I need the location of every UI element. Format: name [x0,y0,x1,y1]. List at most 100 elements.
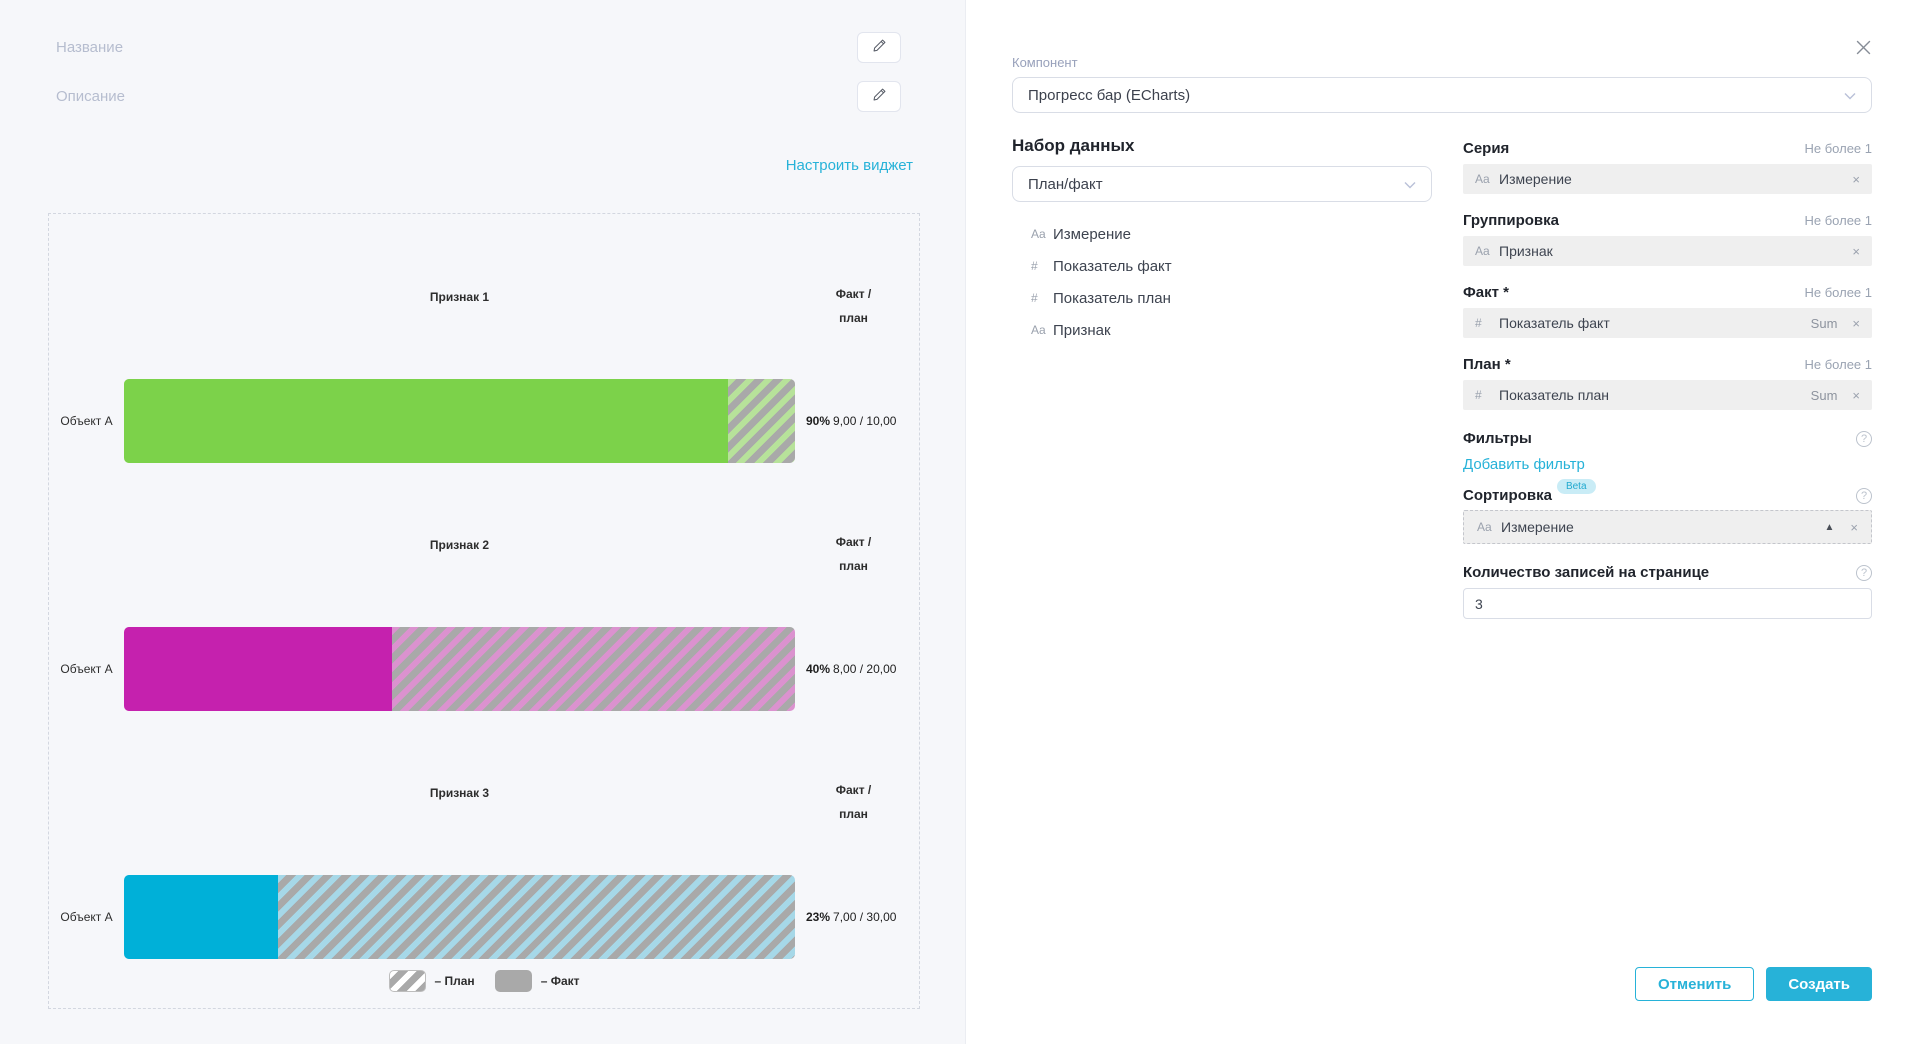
chart-preview-box: Признак 1 Факт / план Объект А 90%9,00 /… [48,213,920,1009]
string-type-icon: Aa [1475,172,1499,186]
remove-chip-icon[interactable]: × [1852,245,1860,258]
fact-plan-column-header: Факт / план [796,282,911,330]
bar-category-label: Объект А [49,662,124,676]
widget-description-field[interactable]: Описание [56,88,125,105]
bar-fact-segment [124,379,728,463]
config-content: Компонент Прогресс бар (ECharts) Набор д… [1012,55,1872,619]
fact-plan-column-header: Факт / план [796,778,911,826]
chevron-down-icon [1404,176,1416,193]
aggregation-selector[interactable]: Sum [1811,388,1838,403]
slot-limit: Не более 1 [1804,213,1872,228]
slot-label: Факт * [1463,284,1509,301]
bar-plan-segment [728,379,795,463]
slot-label: Серия [1463,140,1509,157]
progress-bar [124,379,795,463]
sorting-label: Сортировка [1463,487,1552,504]
legend-fact-label: – Факт [541,974,580,988]
remove-chip-icon[interactable]: × [1850,521,1858,534]
chart-legend: – План – Факт [49,958,919,1004]
chart-section-2: Признак 2 Факт / план Объект А 40%8,00 /… [49,462,919,710]
number-type-icon: # [1031,291,1053,305]
component-select[interactable]: Прогресс бар (ECharts) [1012,77,1872,113]
string-type-icon: Aa [1475,244,1499,258]
pencil-icon [872,38,887,56]
cancel-button[interactable]: Отменить [1635,967,1754,1001]
add-filter-link[interactable]: Добавить фильтр [1463,456,1585,473]
page-size-label: Количество записей на странице [1463,564,1709,581]
progress-bar-chart: Признак 1 Факт / план Объект А 90%9,00 /… [49,214,919,1008]
dataset-select[interactable]: План/факт [1012,166,1432,202]
series-chip[interactable]: Aa Измерение × [1463,164,1872,194]
remove-chip-icon[interactable]: × [1852,317,1860,330]
pencil-icon [872,87,887,105]
bar-value-label: 90%9,00 / 10,00 [806,414,896,428]
configure-widget-link[interactable]: Настроить виджет [786,157,913,174]
chart-group-title: Признак 1 [124,290,795,304]
page-size-input[interactable] [1463,588,1872,619]
string-type-icon: Aa [1031,323,1053,337]
widget-description-row: Описание [0,80,965,112]
slot-label: Группировка [1463,212,1559,229]
bar-plan-segment [392,627,795,711]
component-label: Компонент [1012,55,1872,70]
dataset-field-list: Aa Измерение # Показатель факт # Показат… [1012,218,1432,346]
dataset-field-pokazatel-fakt[interactable]: # Показатель факт [1012,250,1432,282]
chevron-down-icon [1844,87,1856,104]
dataset-field-priznak[interactable]: Aa Признак [1012,314,1432,346]
fact-gray-swatch [495,970,532,992]
mapping-column: Серия Не более 1 Aa Измерение × Группиро… [1463,136,1872,619]
widget-config-panel: Компонент Прогресс бар (ECharts) Набор д… [966,0,1912,1044]
legend-plan-label: – План [435,974,475,988]
edit-description-button[interactable] [857,81,901,112]
chart-section-1: Признак 1 Факт / план Объект А 90%9,00 /… [49,214,919,462]
dataset-heading: Набор данных [1012,136,1432,156]
dataset-column: Набор данных План/факт Aa Измерение [1012,136,1432,619]
slot-series: Серия Не более 1 Aa Измерение × [1463,140,1872,194]
help-icon[interactable]: ? [1856,488,1872,504]
aggregation-selector[interactable]: Sum [1811,316,1838,331]
chart-bar-row: Объект А 90%9,00 / 10,00 [49,379,919,463]
slot-grouping: Группировка Не более 1 Aa Признак × [1463,212,1872,266]
progress-bar [124,875,795,959]
string-type-icon: Aa [1031,227,1053,241]
close-icon[interactable] [1855,39,1872,56]
remove-chip-icon[interactable]: × [1852,173,1860,186]
edit-name-button[interactable] [857,32,901,63]
slot-limit: Не более 1 [1804,285,1872,300]
widget-name-field[interactable]: Название [56,39,123,56]
sorting-chip[interactable]: Aa Измерение ▲ × [1463,510,1872,544]
widget-name-row: Название [0,31,965,63]
configure-widget-row: Настроить виджет [0,157,965,175]
bar-fact-segment [124,875,278,959]
help-icon[interactable]: ? [1856,565,1872,581]
plan-chip[interactable]: # Показатель план Sum × [1463,380,1872,410]
help-icon[interactable]: ? [1856,431,1872,447]
sorting-block: Сортировка Beta ? Aa Измерение ▲ × [1463,487,1872,544]
fact-chip[interactable]: # Показатель факт Sum × [1463,308,1872,338]
chart-section-3: Признак 3 Факт / план Объект А 23%7,00 /… [49,710,919,958]
plan-hatch-swatch [389,970,426,992]
remove-chip-icon[interactable]: × [1852,389,1860,402]
number-type-icon: # [1031,259,1053,273]
bar-category-label: Объект А [49,414,124,428]
progress-bar [124,627,795,711]
beta-badge: Beta [1557,479,1596,494]
bar-fact-segment [124,627,392,711]
number-type-icon: # [1475,316,1499,330]
legend-item-fact: – Факт [495,970,580,992]
sort-ascending-icon[interactable]: ▲ [1825,522,1835,533]
dataset-field-izmerenie[interactable]: Aa Измерение [1012,218,1432,250]
widget-preview-panel: Название Описание [0,0,966,1044]
chart-group-title: Признак 2 [124,538,795,552]
filters-block: Фильтры ? Добавить фильтр [1463,430,1872,474]
create-button[interactable]: Создать [1766,967,1872,1001]
bar-plan-segment [278,875,795,959]
filters-label: Фильтры [1463,430,1532,447]
component-select-value: Прогресс бар (ECharts) [1028,87,1190,104]
dataset-field-pokazatel-plan[interactable]: # Показатель план [1012,282,1432,314]
chart-bar-row: Объект А 40%8,00 / 20,00 [49,627,919,711]
grouping-chip[interactable]: Aa Признак × [1463,236,1872,266]
dialog-actions: Отменить Создать [1635,967,1872,1001]
chart-group-title: Признак 3 [124,786,795,800]
page-size-block: Количество записей на странице ? [1463,564,1872,619]
